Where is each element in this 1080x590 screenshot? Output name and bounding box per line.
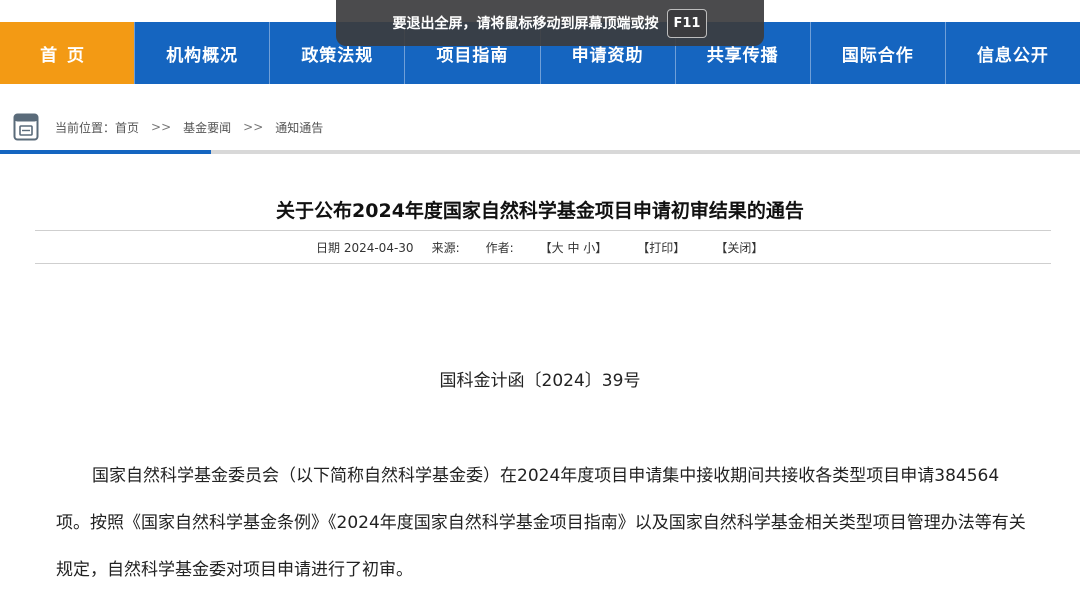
toast-message: 要退出全屏，请将鼠标移动到屏幕顶端或按 xyxy=(392,16,659,32)
print-link[interactable]: 【打印】 xyxy=(637,239,685,256)
document-icon xyxy=(13,113,39,141)
meta-divider-top xyxy=(35,230,1051,231)
breadcrumb: 当前位置： 首页 >> 基金要闻 >> 通知通告 xyxy=(0,108,1080,146)
document-number: 国科金计函〔2024〕39号 xyxy=(439,371,641,391)
article-source: 来源: xyxy=(431,241,460,255)
breadcrumb-separator: >> xyxy=(151,120,172,134)
nav-item-international[interactable]: 国际合作 xyxy=(809,22,945,84)
breadcrumb-prefix: 当前位置： xyxy=(55,120,116,135)
article-title: 关于公布2024年度国家自然科学基金项目申请初审结果的通告 xyxy=(276,200,804,222)
article-meta: 日期 2024-04-30 来源: 作者: 【大 中 小】 【打印】 【关闭】 xyxy=(316,239,763,256)
toast-key-f11: F11 xyxy=(666,8,708,38)
article-author: 作者: xyxy=(485,241,514,255)
fullscreen-toast: 要退出全屏，请将鼠标移动到屏幕顶端或按 F11 xyxy=(336,0,764,46)
breadcrumb-separator: >> xyxy=(243,120,264,134)
article-date: 日期 2024-04-30 xyxy=(316,241,414,255)
breadcrumb-fund-news[interactable]: 基金要闻 xyxy=(183,119,231,136)
breadcrumb-home[interactable]: 首页 xyxy=(115,119,139,136)
breadcrumb-notices[interactable]: 通知通告 xyxy=(275,119,323,136)
font-size-switcher[interactable]: 【大 中 小】 xyxy=(540,239,608,256)
breadcrumb-divider-accent xyxy=(0,150,211,154)
meta-divider-bottom xyxy=(35,263,1051,264)
article-paragraph: 国家自然科学基金委员会（以下简称自然科学基金委）在2024年度项目申请集中接收期… xyxy=(56,466,1026,580)
nav-item-home[interactable]: 首页 xyxy=(0,22,135,84)
nav-item-institution[interactable]: 机构概况 xyxy=(134,22,269,84)
close-link[interactable]: 【关闭】 xyxy=(715,239,763,256)
nav-item-disclosure[interactable]: 信息公开 xyxy=(944,22,1080,84)
